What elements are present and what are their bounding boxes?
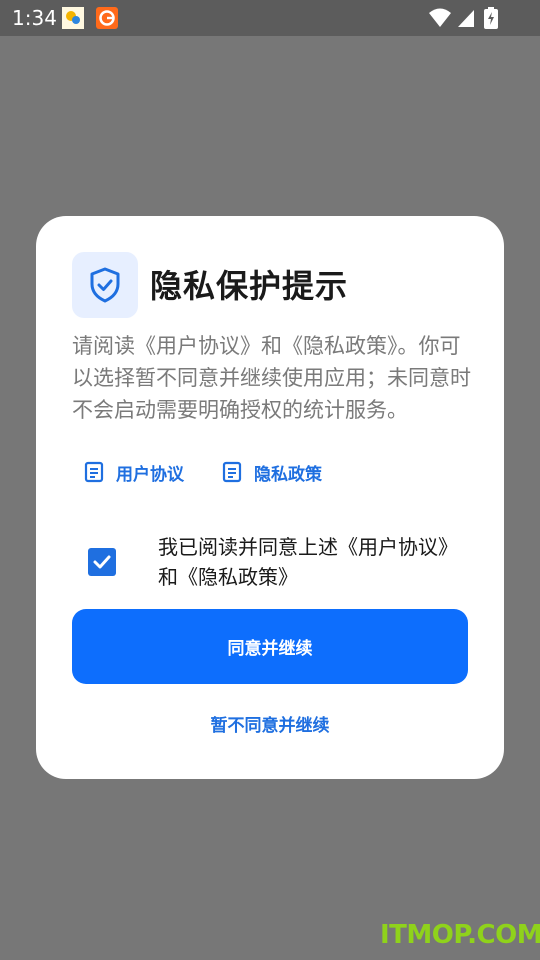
privacy-policy-label: 隐私政策 — [254, 464, 322, 485]
user-agreement-label: 用户协议 — [116, 464, 184, 485]
user-agreement-link[interactable]: 用户协议 — [84, 458, 184, 486]
privacy-dialog: 隐私保护提示 请阅读《用户协议》和《隐私政策》。你可以选择暂不同意并继续使用应用… — [36, 216, 504, 779]
battery-charging-icon — [484, 7, 498, 33]
document-icon — [222, 461, 242, 483]
status-time: 1:34 — [12, 6, 57, 30]
privacy-policy-link[interactable]: 隐私政策 — [222, 458, 322, 486]
shield-check-icon — [90, 267, 120, 303]
wifi-icon — [428, 7, 452, 33]
app-notification-icon — [62, 7, 84, 29]
document-icon — [84, 461, 104, 483]
dialog-title: 隐私保护提示 — [150, 267, 349, 305]
agree-checkbox[interactable] — [88, 548, 116, 576]
signal-icon — [456, 7, 476, 33]
status-bar: 1:34 — [0, 0, 540, 36]
dialog-body-text: 请阅读《用户协议》和《隐私政策》。你可以选择暂不同意并继续使用应用；未同意时不会… — [72, 334, 471, 422]
agree-continue-button[interactable]: 同意并继续 — [72, 609, 468, 684]
check-icon — [93, 555, 111, 569]
shield-icon-box — [72, 252, 138, 318]
watermark: ITMOP.COM — [380, 920, 540, 950]
g-notification-icon — [96, 7, 118, 29]
agree-text[interactable]: 我已阅读并同意上述《用户协议》和《隐私政策》 — [158, 532, 458, 592]
decline-continue-link[interactable]: 暂不同意并继续 — [36, 711, 504, 736]
